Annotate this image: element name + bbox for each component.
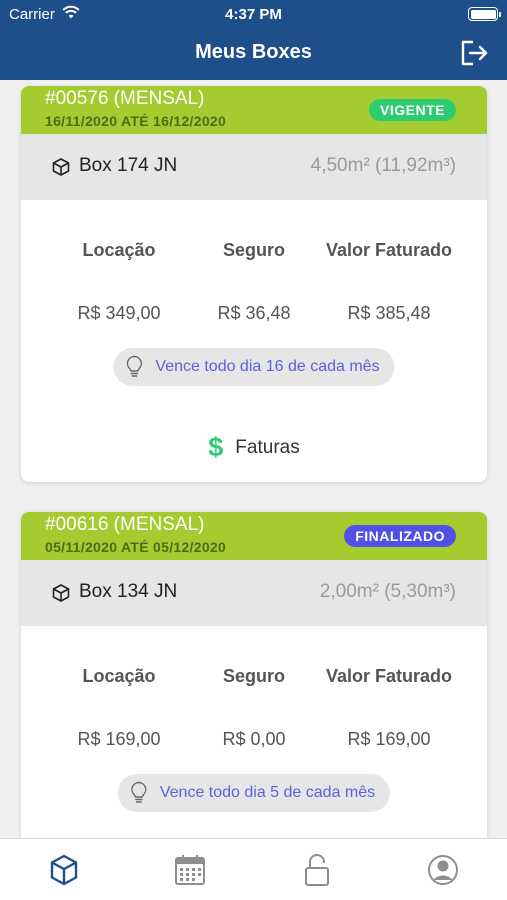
- battery-icon: [468, 7, 501, 21]
- billed-label: Valor Faturado: [325, 240, 453, 260]
- rent-column: Locação R$ 169,00: [44, 663, 194, 750]
- invoices-label: Faturas: [235, 437, 300, 458]
- box-info: Box 134 JN 2,00m² (5,30m³): [21, 560, 487, 626]
- insurance-label: Seguro: [222, 240, 285, 260]
- insurance-value: R$ 0,00: [222, 729, 286, 749]
- contract-header: #00576 (MENSAL) 16/11/2020 ATÉ 16/12/202…: [21, 86, 487, 134]
- nav-bar: Meus Boxes: [0, 28, 507, 80]
- rent-value: R$ 349,00: [77, 303, 161, 323]
- box-icon: [52, 584, 70, 602]
- tab-calendar[interactable]: [173, 853, 207, 887]
- status-bar: Carrier 4:37 PM: [0, 0, 507, 28]
- insurance-column: Seguro R$ 36,48: [179, 237, 329, 324]
- contract-period: 16/11/2020 ATÉ 16/12/2020: [45, 113, 227, 129]
- values-summary: Locação R$ 349,00 Seguro R$ 36,48 Valor …: [21, 200, 487, 330]
- due-date-text: Vence todo dia 5 de cada mês: [159, 784, 376, 801]
- status-badge: FINALIZADO: [344, 525, 456, 547]
- billed-value: R$ 385,48: [347, 303, 431, 323]
- contract-code: #00616 (MENSAL): [45, 514, 205, 535]
- rent-column: Locação R$ 349,00: [44, 237, 194, 324]
- due-date-text: Vence todo dia 16 de cada mês: [155, 358, 380, 375]
- box-name: Box 174 JN: [79, 155, 178, 176]
- box-info: Box 174 JN 4,50m² (11,92m³): [21, 134, 487, 200]
- tab-access[interactable]: [300, 853, 334, 887]
- contract-card[interactable]: #00616 (MENSAL) 05/11/2020 ATÉ 05/12/202…: [21, 512, 487, 838]
- contract-card[interactable]: #00576 (MENSAL) 16/11/2020 ATÉ 16/12/202…: [21, 86, 487, 482]
- lightbulb-icon: [131, 781, 147, 803]
- due-date-pill: Vence todo dia 5 de cada mês: [117, 774, 391, 812]
- invoices-button[interactable]: $ Faturas: [21, 432, 487, 463]
- insurance-label: Seguro: [222, 666, 285, 686]
- page-title: Meus Boxes: [195, 41, 312, 63]
- box-name: Box 134 JN: [79, 581, 178, 602]
- box-size: 4,50m² (11,92m³): [310, 155, 456, 176]
- contract-code: #00576 (MENSAL): [45, 88, 205, 109]
- tab-bar: [0, 838, 507, 900]
- insurance-column: Seguro R$ 0,00: [179, 663, 329, 750]
- dollar-icon: $: [208, 432, 224, 462]
- rent-label: Locação: [82, 240, 156, 260]
- due-date-pill: Vence todo dia 16 de cada mês: [113, 348, 395, 386]
- logout-icon[interactable]: [459, 38, 491, 68]
- contract-period: 05/11/2020 ATÉ 05/12/2020: [45, 539, 227, 555]
- billed-column: Valor Faturado R$ 169,00: [314, 663, 464, 750]
- rent-label: Locação: [82, 666, 156, 686]
- contract-header: #00616 (MENSAL) 05/11/2020 ATÉ 05/12/202…: [21, 512, 487, 560]
- rent-value: R$ 169,00: [77, 729, 161, 749]
- box-size: 2,00m² (5,30m³): [319, 581, 456, 602]
- billed-column: Valor Faturado R$ 385,48: [314, 237, 464, 324]
- tab-boxes[interactable]: [47, 853, 81, 887]
- billed-value: R$ 169,00: [347, 729, 431, 749]
- contracts-list[interactable]: #00576 (MENSAL) 16/11/2020 ATÉ 16/12/202…: [0, 80, 507, 838]
- status-badge: VIGENTE: [369, 99, 456, 121]
- values-summary: Locação R$ 169,00 Seguro R$ 0,00 Valor F…: [21, 626, 487, 756]
- status-time: 4:37 PM: [225, 6, 282, 23]
- insurance-value: R$ 36,48: [217, 303, 291, 323]
- lightbulb-icon: [126, 355, 143, 377]
- tab-profile[interactable]: [426, 853, 460, 887]
- box-icon: [52, 158, 70, 176]
- billed-label: Valor Faturado: [325, 666, 453, 686]
